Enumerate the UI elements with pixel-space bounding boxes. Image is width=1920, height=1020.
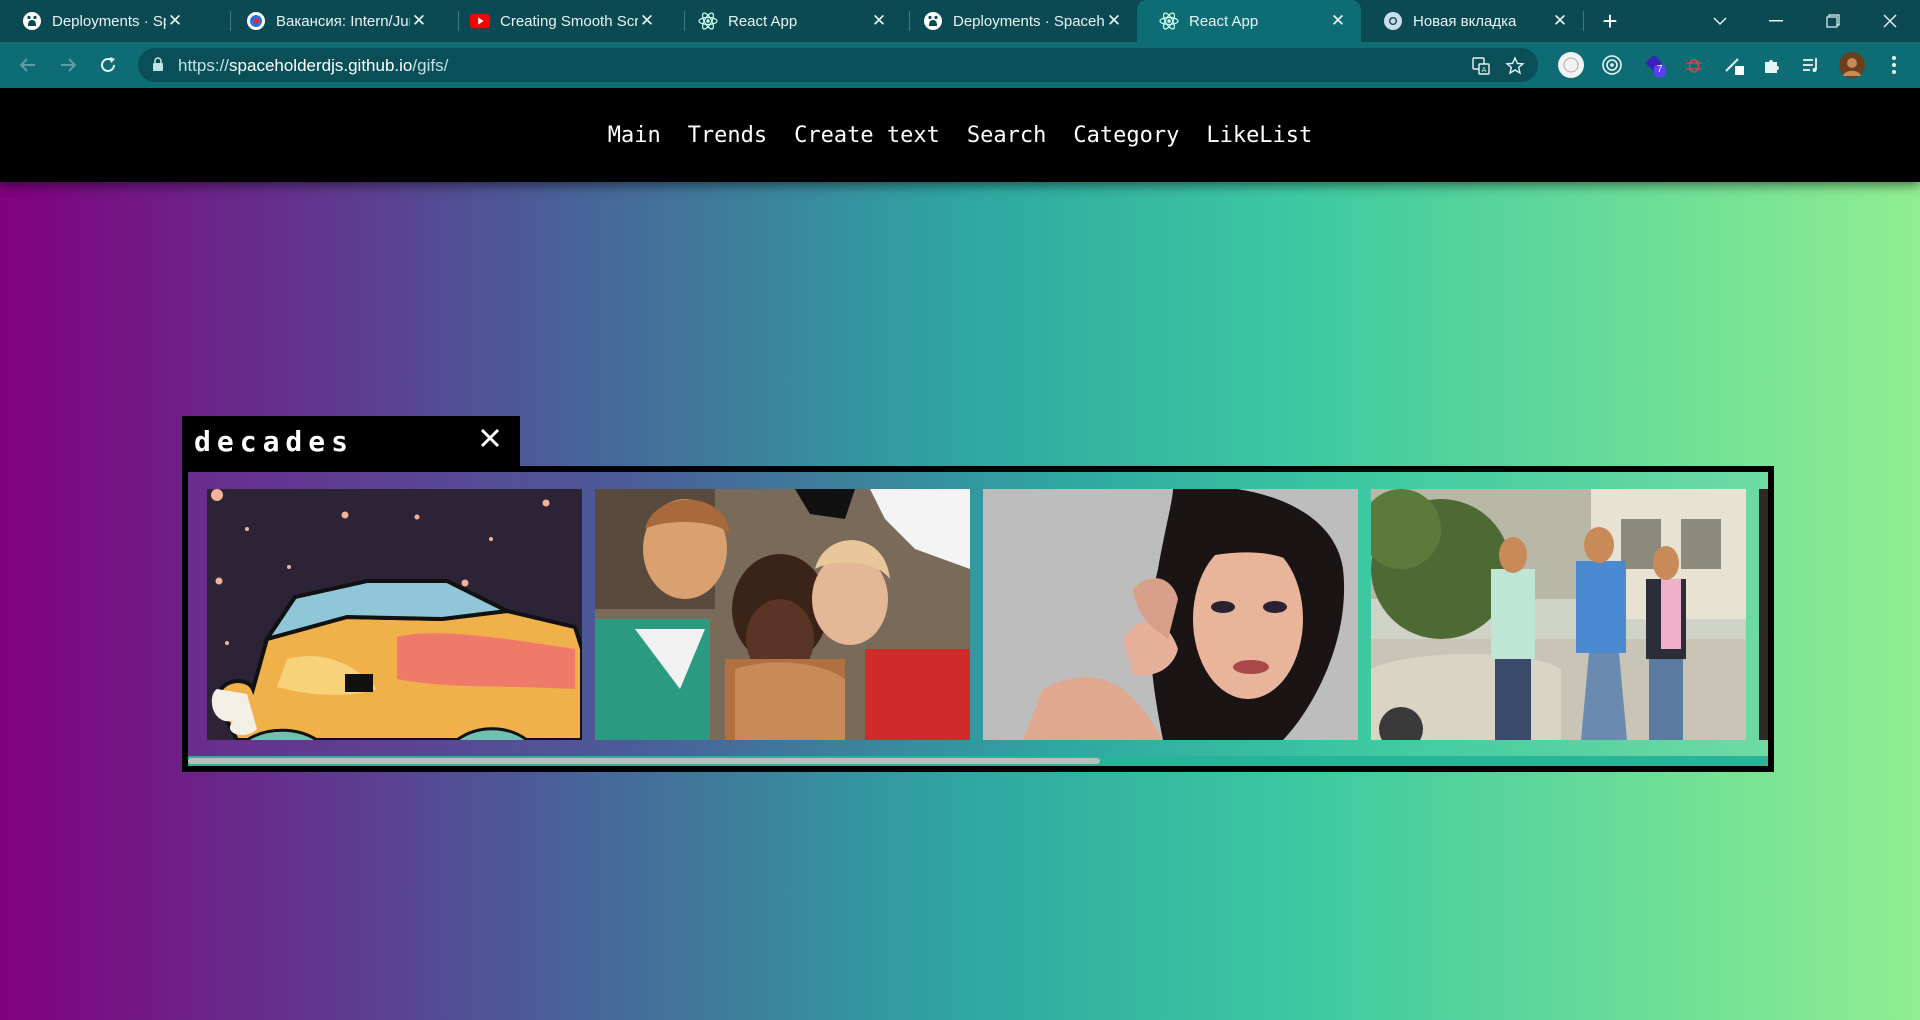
nav-create-text[interactable]: Create text [794,123,940,148]
browser-toolbar: https://spaceholderdjs.github.io/gifs/ A… [0,42,1920,88]
chevron-down-icon [1713,17,1727,26]
bookmark-star-icon[interactable] [1504,55,1526,77]
gif-item-cartoon-car[interactable] [207,489,582,740]
arrow-right-icon [61,58,77,72]
browser-menu-button[interactable] [1880,51,1908,79]
category-title: decades [194,425,355,458]
youtube-icon [470,11,490,31]
nav-search[interactable]: Search [967,123,1046,148]
nav-category[interactable]: Category [1073,123,1179,148]
close-icon[interactable] [478,426,502,450]
browser-tab[interactable]: React App ✕ [676,0,902,42]
carousel-scrollbar[interactable] [188,756,1768,766]
tab-title: React App [1189,12,1259,30]
close-icon [1883,14,1897,28]
github-icon [22,11,42,31]
extension-bug-icon[interactable] [1680,51,1708,79]
address-bar[interactable]: https://spaceholderdjs.github.io/gifs/ A [138,48,1538,82]
arrow-left-icon [19,58,35,72]
gif-item-partial[interactable] [1759,489,1768,740]
url-text: https://spaceholderdjs.github.io/gifs/ [178,56,448,76]
browser-tab[interactable]: Deployments · SpaceholderDJS ✕ [0,0,198,42]
close-icon[interactable]: ✕ [1551,11,1569,30]
tab-title: Creating Smooth Scrolling [500,12,638,30]
tab-search-button[interactable] [1700,6,1740,36]
tab-title: Вакансия: Intern/Junior [276,12,410,30]
tab-title: Deployments · SpaceholderDJS [953,12,1105,30]
extension-globe-icon[interactable] [1557,51,1585,79]
forward-button[interactable] [54,51,82,79]
extension-pen-icon[interactable] [1720,51,1748,79]
gif-carousel[interactable] [182,466,1774,772]
new-tab-button[interactable]: + [1596,8,1624,36]
browser-tab-active[interactable]: React App ✕ [1137,0,1361,42]
hh-icon [246,11,266,31]
svg-text:A: A [1482,66,1487,74]
nav-likelist[interactable]: LikeList [1206,123,1312,148]
restore-button[interactable] [1813,6,1853,36]
category-header: decades [182,416,520,468]
react-icon [1159,11,1179,31]
tab-title: Новая вкладка [1413,12,1517,30]
reload-icon [101,57,115,72]
reload-button[interactable] [94,51,122,79]
close-icon[interactable]: ✕ [638,11,656,30]
avatar[interactable] [1838,51,1866,79]
browser-tab[interactable]: Creating Smooth Scrolling ✕ [448,0,670,42]
close-icon[interactable]: ✕ [1329,11,1347,30]
extension-target-icon[interactable] [1598,51,1626,79]
url-path: /gifs/ [412,56,449,75]
tab-divider [1583,11,1584,31]
restore-icon [1826,14,1840,28]
url-host: spaceholderdjs.github.io [229,56,413,75]
close-window-button[interactable] [1870,6,1910,36]
tab-title: React App [728,12,798,30]
media-queue-icon[interactable] [1797,51,1825,79]
browser-tab-strip: Deployments · SpaceholderDJS ✕ Вакансия:… [0,0,1920,42]
gif-item-street-fight[interactable] [1371,489,1746,740]
close-icon[interactable]: ✕ [166,11,184,30]
site-nav: Main Trends Create text Search Category … [0,88,1920,182]
translate-icon[interactable]: A [1470,55,1492,77]
more-vert-icon [1892,56,1896,74]
close-icon[interactable]: ✕ [870,11,888,30]
browser-tab[interactable]: Новая вкладка ✕ [1361,0,1583,42]
github-icon [923,11,943,31]
carousel-scrollbar-thumb[interactable] [188,758,1100,764]
gif-item-crowd-celebration[interactable] [595,489,970,740]
extension-badge-count: 7 [1657,64,1663,75]
tab-title: Deployments · SpaceholderDJS [52,12,166,30]
gif-item-woman-portrait[interactable] [983,489,1358,740]
extension-badge-icon[interactable]: 7 [1640,51,1668,79]
browser-tab[interactable]: Вакансия: Intern/Junior ✕ [224,0,442,42]
minimize-icon [1769,20,1783,22]
back-button[interactable] [14,51,42,79]
chrome-icon [1383,11,1403,31]
url-scheme: https:// [178,56,230,75]
close-icon[interactable]: ✕ [410,11,428,30]
extensions-puzzle-icon[interactable] [1758,51,1786,79]
close-icon[interactable]: ✕ [1105,11,1123,30]
page-content: Main Trends Create text Search Category … [0,88,1920,1020]
nav-trends[interactable]: Trends [688,123,767,148]
browser-tab[interactable]: Deployments · SpaceholderDJS ✕ [901,0,1137,42]
react-icon [698,11,718,31]
minimize-button[interactable] [1756,6,1796,36]
lock-icon [153,57,163,71]
nav-main[interactable]: Main [608,123,661,148]
